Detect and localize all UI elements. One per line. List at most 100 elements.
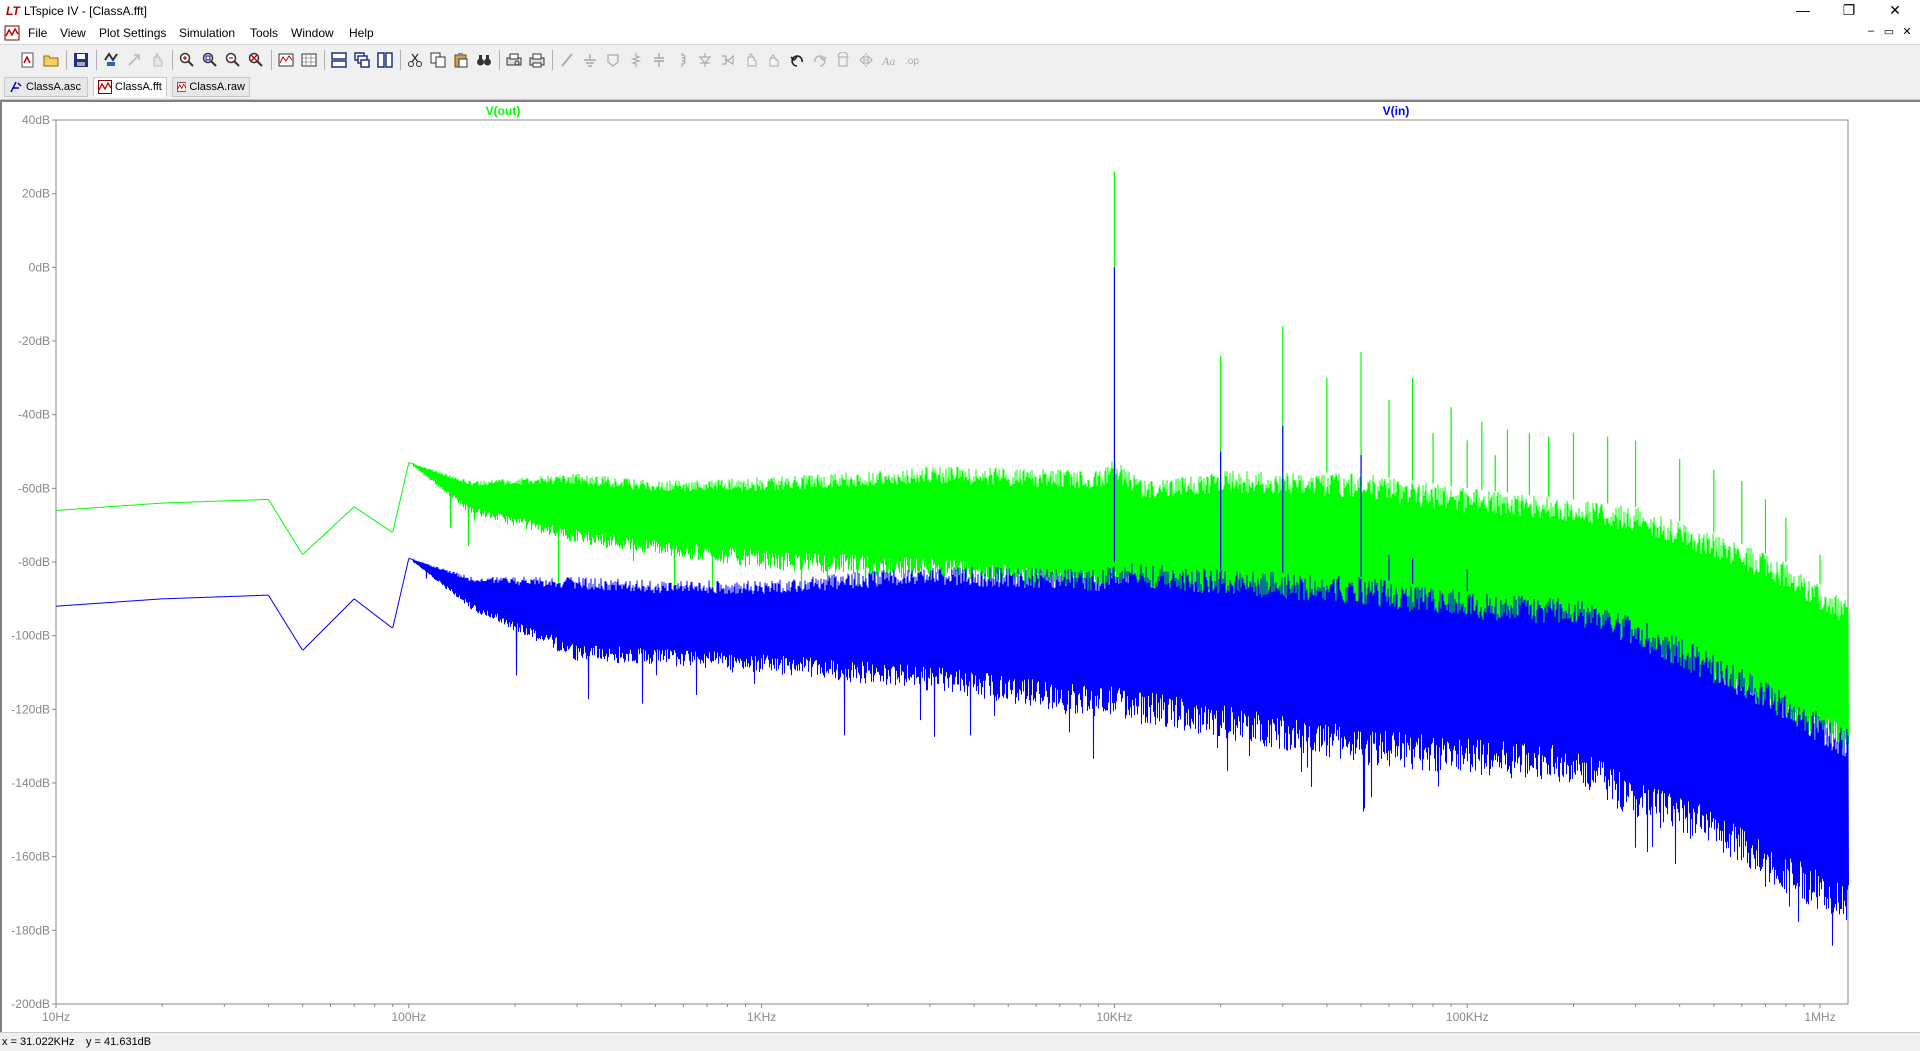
diode-icon xyxy=(698,53,712,67)
trace-label-vout[interactable]: V(out) xyxy=(486,104,521,118)
print-button[interactable] xyxy=(527,50,547,70)
component-icon xyxy=(722,54,734,66)
mdi-close-button[interactable]: ✕ xyxy=(1898,25,1916,38)
zoom-out-button[interactable] xyxy=(223,50,243,70)
menu-plot-settings[interactable]: Plot Settings xyxy=(99,26,166,40)
diode-button[interactable] xyxy=(695,50,715,70)
zoom-area-icon xyxy=(202,52,217,67)
save-button[interactable] xyxy=(71,50,91,70)
component-button[interactable] xyxy=(718,50,738,70)
y-tick-label: -100dB xyxy=(11,629,50,643)
control-panel-icon xyxy=(104,52,118,66)
redo-icon xyxy=(814,55,827,67)
run-icon xyxy=(128,54,140,66)
inductor-icon xyxy=(681,53,686,67)
tile-horizontal-button[interactable] xyxy=(329,50,349,70)
draw-wire-button[interactable] xyxy=(557,50,577,70)
ground-button[interactable] xyxy=(580,50,600,70)
control-panel-button[interactable] xyxy=(101,50,121,70)
mirror-button[interactable] xyxy=(856,50,876,70)
schematic-icon xyxy=(10,81,22,93)
move-icon xyxy=(747,53,757,67)
new-schematic-button[interactable] xyxy=(18,50,38,70)
close-button[interactable]: ✕ xyxy=(1872,0,1918,22)
label-button[interactable] xyxy=(603,50,623,70)
y-tick-label: -180dB xyxy=(11,923,50,937)
tab-label: ClassA.fft xyxy=(115,81,162,93)
cursor-y-readout: y = 41.631dB xyxy=(86,1036,152,1048)
zoom-area-button[interactable] xyxy=(200,50,220,70)
undo-button[interactable] xyxy=(787,50,807,70)
text-icon: Aa xyxy=(881,54,895,68)
print-icon xyxy=(529,53,545,68)
open-button[interactable] xyxy=(41,50,61,70)
tab-classa-asc[interactable]: ClassA.asc xyxy=(4,77,88,97)
svg-text:.op: .op xyxy=(905,56,919,67)
redo-button[interactable] xyxy=(810,50,830,70)
resistor-button[interactable] xyxy=(626,50,646,70)
tab-classa-fft[interactable]: ClassA.fft xyxy=(93,77,167,97)
fft-plot[interactable]: 40dB 20dB 0dB -20dB -40dB -60dB -80dB -100dB -12… xyxy=(0,100,1920,1032)
y-tick-label: 20dB xyxy=(22,187,50,201)
resistor-icon xyxy=(631,53,641,67)
zoom-cancel-icon xyxy=(248,52,263,67)
new-schematic-icon xyxy=(21,52,34,68)
title-bar: LT LTspice IV - [ClassA.fft] — ❐ ✕ xyxy=(0,0,1920,22)
move-button[interactable] xyxy=(741,50,761,70)
autorange-icon xyxy=(278,53,294,67)
tile-vertical-button[interactable] xyxy=(375,50,395,70)
menu-simulation[interactable]: Simulation xyxy=(179,26,235,40)
y-tick-label: -120dB xyxy=(11,702,50,716)
zoom-in-icon xyxy=(179,52,194,67)
zoom-cancel-button[interactable] xyxy=(246,50,266,70)
paste-button[interactable] xyxy=(451,50,471,70)
status-bar: x = 31.022KHz y = 41.631dB xyxy=(0,1032,1920,1051)
autorange-button[interactable] xyxy=(276,50,296,70)
capacitor-button[interactable] xyxy=(649,50,669,70)
cut-button[interactable] xyxy=(405,50,425,70)
x-tick-label: 100KHz xyxy=(1446,1010,1489,1024)
svg-text:Aa: Aa xyxy=(881,54,895,68)
menu-bar: File View Plot Settings Simulation Tools… xyxy=(0,22,1920,44)
drag-button[interactable] xyxy=(764,50,784,70)
y-tick-label: 0dB xyxy=(29,260,50,274)
grid-button[interactable] xyxy=(299,50,319,70)
menu-file[interactable]: File xyxy=(28,26,47,40)
print-preview-icon xyxy=(506,53,522,66)
trace-label-vin[interactable]: V(in) xyxy=(1383,104,1410,118)
print-preview-button[interactable] xyxy=(504,50,524,70)
cascade-button[interactable] xyxy=(352,50,372,70)
menu-help[interactable]: Help xyxy=(349,26,374,40)
y-tick-label: -160dB xyxy=(11,850,50,864)
zoom-in-button[interactable] xyxy=(177,50,197,70)
open-icon xyxy=(43,55,59,67)
y-tick-label: -60dB xyxy=(18,481,50,495)
halt-button[interactable] xyxy=(147,50,167,70)
mdi-restore-button[interactable]: ▭ xyxy=(1880,25,1898,38)
tab-label: ClassA.raw xyxy=(189,81,245,93)
minimize-button[interactable]: — xyxy=(1780,0,1826,22)
mdi-minimize-button[interactable]: – xyxy=(1862,25,1880,37)
run-button[interactable] xyxy=(124,50,144,70)
x-tick-label: 10KHz xyxy=(1096,1010,1132,1024)
text-button[interactable]: Aa xyxy=(879,50,899,70)
capacitor-icon xyxy=(654,53,664,67)
cut-icon xyxy=(408,53,422,67)
menu-view[interactable]: View xyxy=(60,26,86,40)
maximize-button[interactable]: ❐ xyxy=(1826,0,1872,22)
waveform-icon xyxy=(98,80,112,94)
find-button[interactable] xyxy=(474,50,494,70)
menu-window[interactable]: Window xyxy=(291,26,334,40)
find-icon xyxy=(477,55,491,66)
inductor-button[interactable] xyxy=(672,50,692,70)
tile-horizontal-icon xyxy=(331,52,347,68)
waveform-icon xyxy=(177,82,187,92)
zoom-out-icon xyxy=(225,52,240,67)
halt-icon xyxy=(153,53,163,67)
waveform-document-icon[interactable] xyxy=(4,25,20,41)
copy-button[interactable] xyxy=(428,50,448,70)
menu-tools[interactable]: Tools xyxy=(250,26,278,40)
rotate-button[interactable] xyxy=(833,50,853,70)
tab-classa-raw[interactable]: ClassA.raw xyxy=(172,77,250,97)
spice-directive-button[interactable]: .op xyxy=(902,50,922,70)
